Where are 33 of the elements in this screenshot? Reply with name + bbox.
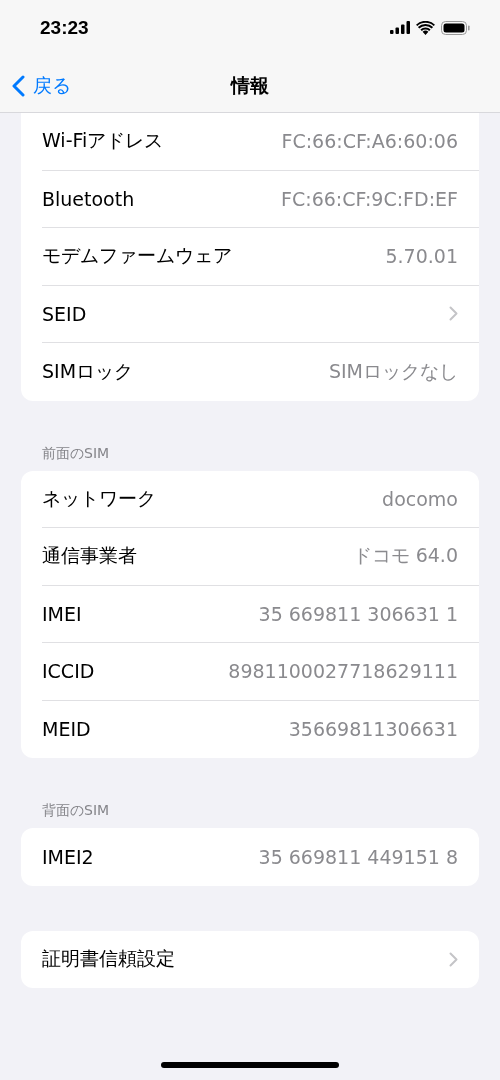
- row-value: docomo: [382, 487, 458, 510]
- battery-icon: [441, 20, 470, 35]
- row-label: 証明書信頼設定: [42, 946, 175, 972]
- page-title: 情報: [231, 73, 269, 98]
- row-value: FC:66:CF:9C:FD:EF: [281, 187, 458, 210]
- row-value: SIMロックなし: [328, 358, 458, 384]
- back-chevron-icon[interactable]: [12, 75, 25, 97]
- row-value: 8981100027718629111: [228, 660, 458, 683]
- back-button[interactable]: 戻る: [10, 71, 73, 101]
- row-label: Bluetooth: [42, 187, 135, 210]
- row-value: 35669811306631: [288, 718, 458, 741]
- row-label: IMEI: [42, 602, 82, 625]
- row-label: ネットワーク: [42, 485, 156, 511]
- wifi-icon: [416, 20, 435, 35]
- section-header: 背面のSIM: [42, 801, 111, 820]
- row-label: 通信事業者: [42, 543, 137, 569]
- status-time: 23:23: [40, 16, 89, 39]
- row-label: MEID: [42, 718, 91, 741]
- row-value: 35 669811 306631 1: [258, 602, 458, 625]
- row-value: 35 669811 449151 8: [258, 845, 458, 868]
- chevron-icon[interactable]: [449, 951, 458, 967]
- row-value: FC:66:CF:A6:60:06: [281, 130, 458, 153]
- row-label: Wi-Fiアドレス: [42, 128, 164, 154]
- row-value: ドコモ 64.0: [352, 543, 458, 569]
- row-label: モデムファームウェア: [42, 243, 232, 269]
- row-label: SEID: [42, 302, 87, 325]
- signal-icon: [390, 21, 410, 34]
- section-header: 前面のSIM: [42, 443, 111, 463]
- chevron-icon[interactable]: [449, 306, 458, 322]
- row-label: IMEI2: [42, 845, 94, 868]
- row-value: 5.70.01: [385, 245, 458, 268]
- row-label: ICCID: [42, 660, 95, 683]
- row-label: SIMロック: [42, 358, 134, 384]
